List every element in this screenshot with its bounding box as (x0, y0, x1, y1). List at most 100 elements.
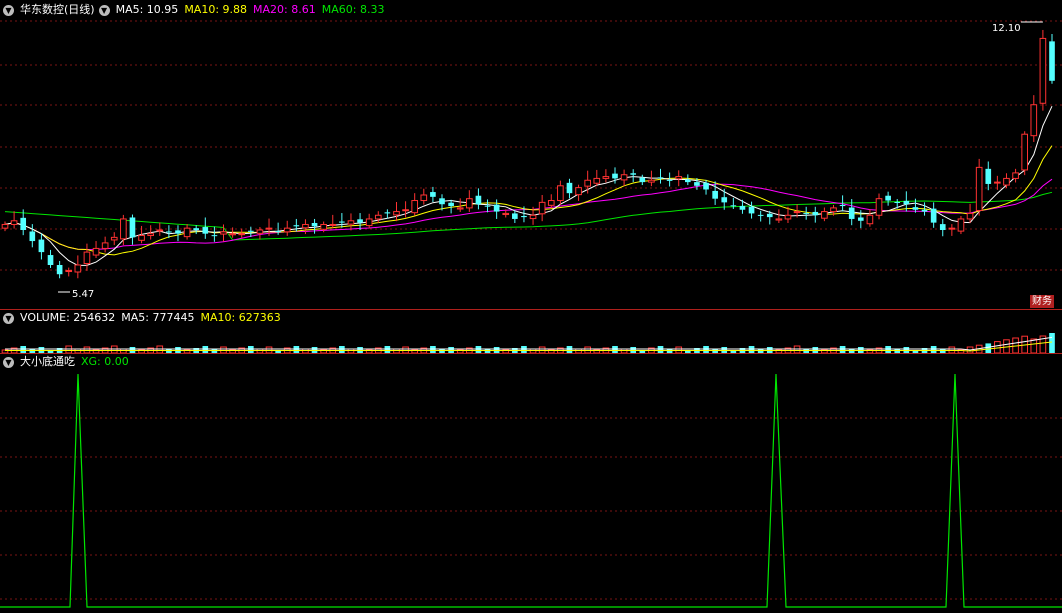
candle-body (211, 235, 218, 237)
candle-body (448, 202, 454, 207)
candle-body (766, 213, 773, 218)
candle-body (129, 217, 136, 238)
candle-body (730, 205, 737, 207)
candle-body (612, 173, 618, 179)
candle-body (120, 218, 127, 240)
candle-body (1012, 172, 1019, 179)
candle-body (110, 236, 118, 241)
ma60-line (4, 191, 1053, 241)
candle-body (521, 216, 527, 218)
ma5-line (4, 105, 1053, 266)
candle-body (875, 198, 883, 216)
candle-body (38, 239, 45, 253)
candle-body (29, 231, 36, 242)
volume-bar (1030, 338, 1038, 354)
candle-body (265, 227, 273, 230)
candle-body (430, 192, 436, 197)
candle-body (812, 211, 819, 216)
candle-body (374, 214, 382, 220)
candle-body (365, 218, 373, 227)
candlestick-chart: 12.10 5.47 (0, 20, 1062, 300)
candle-body (502, 212, 510, 216)
candle-body (821, 211, 828, 219)
candle-body (275, 231, 281, 233)
candle-body (229, 233, 236, 236)
collapse-icon[interactable]: ▼ (3, 4, 14, 16)
candle-body (685, 179, 691, 183)
candle-body (1021, 133, 1029, 171)
candle-body (639, 177, 646, 183)
candle-body (74, 264, 82, 273)
candle-body (721, 197, 728, 203)
candle-body (557, 185, 564, 202)
candle-body (193, 228, 200, 230)
candle-body (620, 174, 628, 181)
candle-body (493, 204, 500, 212)
candle-body (657, 177, 664, 179)
candle-body (1049, 41, 1055, 81)
candle-body (1039, 37, 1047, 104)
candle-body (256, 229, 264, 234)
volume-bar (1049, 333, 1055, 353)
candle-body (393, 211, 400, 216)
collapse-icon[interactable]: ▼ (3, 312, 14, 324)
candle-body (703, 182, 709, 190)
candle-body (175, 230, 181, 234)
caiwu-badge[interactable]: 财务 (1030, 295, 1054, 308)
candle-body (439, 198, 445, 205)
candle-body (957, 218, 965, 232)
candle-body (575, 187, 582, 196)
candle-body (538, 201, 546, 215)
ma10-line (4, 145, 1053, 256)
candle-body (238, 233, 246, 236)
collapse-icon[interactable]: ▼ (98, 4, 110, 16)
candle-body (593, 177, 601, 184)
candle-body (784, 214, 792, 220)
candle-body (839, 204, 846, 207)
candle-body (101, 242, 109, 249)
candle-body (183, 227, 191, 238)
candle-body (1, 223, 9, 229)
candle-body (803, 213, 810, 215)
candle-body (857, 217, 864, 221)
candle-body (866, 214, 874, 225)
candle-body (302, 223, 309, 229)
candle-body (384, 212, 391, 214)
candle-body (566, 182, 573, 194)
candle-body (247, 230, 254, 232)
indicator-chart (0, 373, 1062, 608)
candle-body (739, 206, 746, 210)
candle-body (65, 270, 73, 273)
volume-ma10-label: MA10: 627363 (200, 311, 281, 324)
indicator-header: ▼ 大小底通吃 XG: 0.00 (0, 354, 135, 370)
candle-body (1003, 177, 1010, 186)
candle-body (903, 200, 910, 205)
candle-body (156, 229, 164, 232)
candle-body (748, 206, 755, 214)
candle-body (966, 212, 974, 220)
candle-body (948, 227, 956, 230)
candle-body (166, 231, 172, 233)
candle-body (283, 227, 291, 233)
candle-body (47, 255, 54, 265)
candle-body (20, 217, 27, 230)
candle-body (512, 213, 518, 219)
high-price-label: 12.10 (992, 23, 1021, 34)
candle-body (584, 179, 592, 187)
candle-body (347, 220, 355, 225)
ma60-label: MA60: 8.33 (321, 3, 385, 16)
candle-body (994, 181, 1001, 184)
collapse-icon[interactable]: ▼ (3, 356, 14, 368)
candle-body (147, 233, 154, 237)
candle-body (220, 231, 227, 235)
xg-signal-line (0, 373, 1062, 608)
candle-body (894, 202, 901, 203)
candle-body (339, 221, 345, 223)
candle-body (456, 207, 464, 210)
stock-title: 华东数控(日线) (20, 3, 95, 16)
candle-body (885, 195, 891, 201)
candle-body (939, 224, 946, 230)
candle-body (411, 200, 419, 214)
candle-body (775, 218, 783, 221)
candle-body (757, 214, 764, 216)
